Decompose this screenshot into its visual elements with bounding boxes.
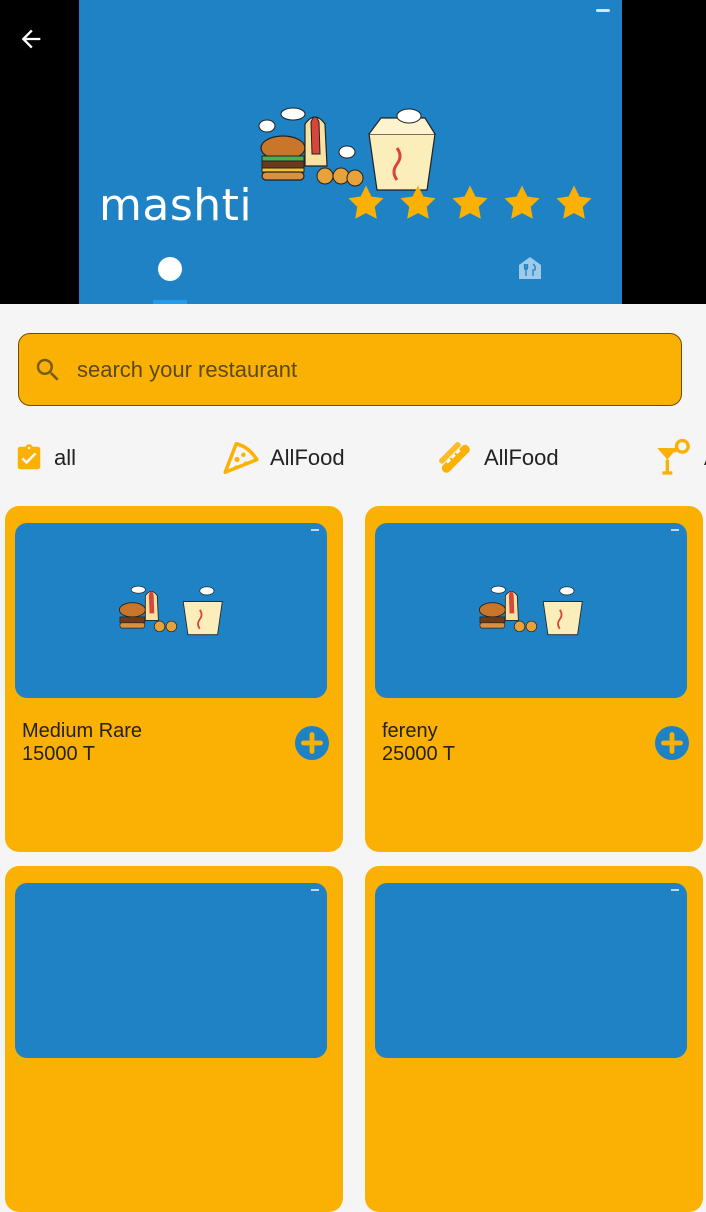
add-to-cart-icon[interactable] bbox=[295, 726, 329, 760]
star-icon bbox=[348, 185, 384, 219]
restaurant-name: mashti bbox=[99, 180, 253, 231]
restaurant-hero-image: mashti bbox=[79, 0, 622, 304]
category-label: all bbox=[54, 445, 77, 470]
product-image bbox=[375, 883, 687, 1058]
product-name: fereny bbox=[382, 720, 438, 742]
menu-icon[interactable] bbox=[517, 255, 543, 281]
product-price: 25000 T bbox=[382, 743, 456, 765]
product-card[interactable]: fereny 25000 T bbox=[365, 506, 703, 852]
rating-stars bbox=[345, 182, 595, 224]
product-name: Medium Rare bbox=[22, 720, 143, 742]
product-image bbox=[15, 883, 327, 1058]
product-card[interactable] bbox=[365, 866, 703, 1212]
pizza-icon bbox=[223, 442, 259, 474]
category-label: AllFood bbox=[484, 445, 559, 470]
restaurant-header: mashti bbox=[0, 0, 706, 304]
category-allfood-pizza[interactable]: AllFood bbox=[222, 438, 345, 478]
category-list: all AllFood AllFood A bbox=[0, 438, 706, 478]
star-icon bbox=[556, 185, 592, 219]
food-illustration bbox=[478, 585, 583, 636]
category-label: AllFood bbox=[270, 445, 345, 470]
arrow-left-icon bbox=[21, 29, 41, 49]
search-input[interactable] bbox=[77, 356, 637, 383]
product-image bbox=[15, 523, 327, 698]
cocktail-icon bbox=[657, 438, 690, 475]
star-icon bbox=[400, 185, 436, 219]
product-image bbox=[375, 523, 687, 698]
category-cocktail[interactable]: A bbox=[654, 438, 706, 478]
category-allfood-hotdog[interactable]: AllFood bbox=[436, 438, 559, 478]
back-button[interactable] bbox=[14, 22, 48, 56]
tab-info[interactable] bbox=[158, 257, 182, 281]
product-card[interactable] bbox=[5, 866, 343, 1212]
search-icon bbox=[36, 358, 59, 381]
clipboard-check-icon bbox=[17, 444, 41, 470]
hero-watermark bbox=[596, 9, 610, 12]
product-card[interactable]: Medium Rare 15000 T bbox=[5, 506, 343, 852]
category-all[interactable]: all bbox=[14, 438, 76, 478]
star-icon bbox=[452, 185, 488, 219]
search-bar[interactable] bbox=[18, 333, 682, 406]
star-icon bbox=[504, 185, 540, 219]
food-illustration bbox=[118, 585, 223, 636]
add-to-cart-icon[interactable] bbox=[655, 726, 689, 760]
product-price: 15000 T bbox=[22, 743, 96, 765]
active-tab-indicator bbox=[153, 300, 187, 304]
hotdog-icon bbox=[439, 442, 470, 473]
